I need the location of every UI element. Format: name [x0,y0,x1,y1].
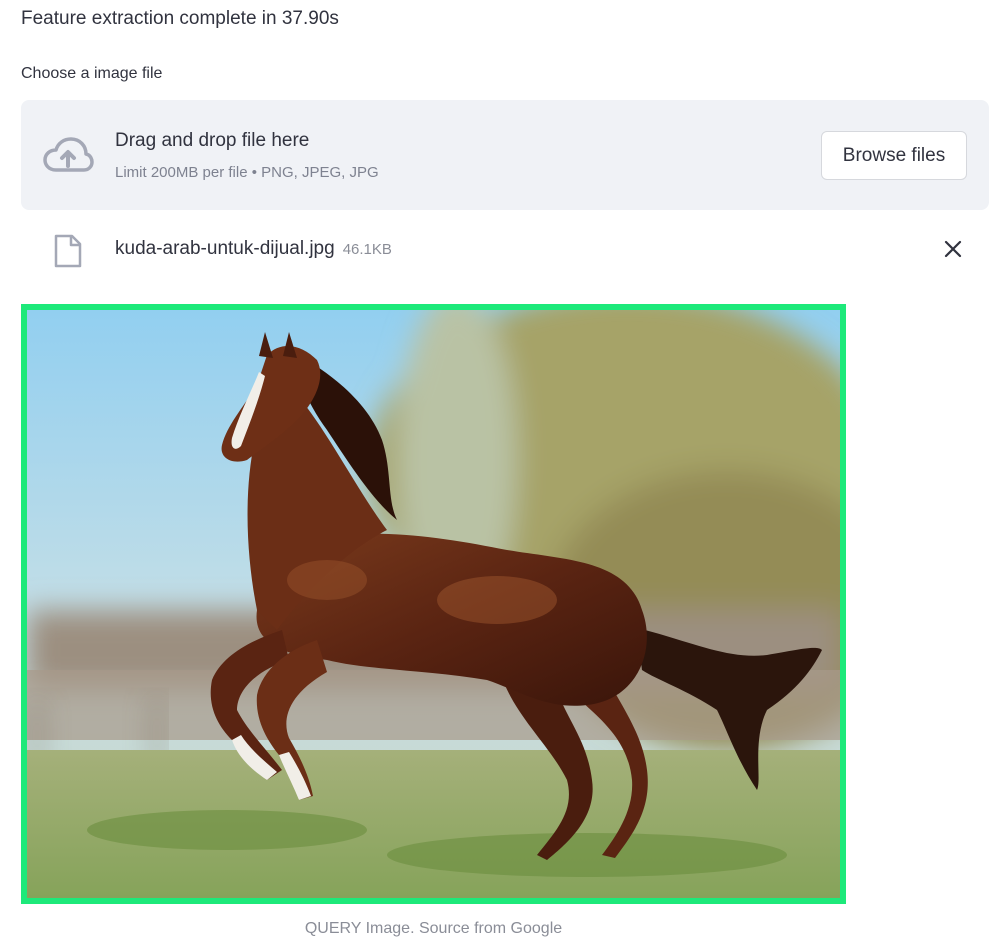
uploader-label: Choose a image file [21,65,163,82]
uploaded-file-name: kuda-arab-untuk-dijual.jpg [115,238,335,259]
horse-photo [27,310,840,898]
dropzone-limit: Limit 200MB per file • PNG, JPEG, JPG [115,164,379,181]
file-icon [54,234,82,268]
browse-files-button[interactable]: Browse files [821,131,967,180]
close-icon [944,240,962,258]
status-message: Feature extraction complete in 37.90s [21,8,339,29]
image-caption: QUERY Image. Source from Google [304,920,563,937]
remove-file-button[interactable] [938,234,968,264]
query-image [21,304,846,904]
uploaded-file-size: 46.1KB [342,241,392,258]
cloud-upload-icon [43,137,94,172]
uploaded-file-row: kuda-arab-untuk-dijual.jpg 46.1KB [21,226,989,274]
dropzone-instructions: Drag and drop file here Limit 200MB per … [115,128,379,183]
file-dropzone[interactable]: Drag and drop file here Limit 200MB per … [21,100,989,210]
dropzone-title: Drag and drop file here [115,130,310,151]
file-name-line: kuda-arab-untuk-dijual.jpg 46.1KB [115,236,392,263]
